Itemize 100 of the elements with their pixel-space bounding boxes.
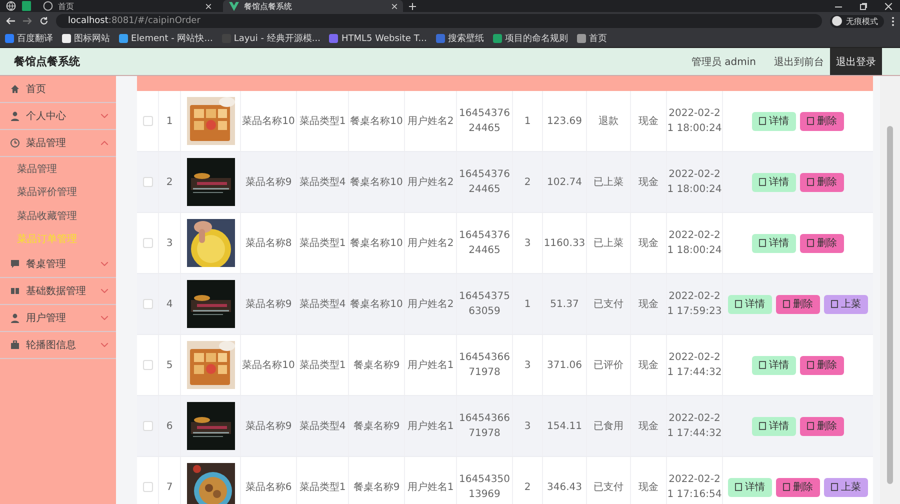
row-checkbox[interactable] <box>142 116 152 126</box>
table-cell-text: 现金 <box>638 480 658 494</box>
row-checkbox[interactable] <box>142 360 152 370</box>
table-cell-text: 菜品类型4 <box>299 298 346 312</box>
action-button[interactable]: 删除 <box>776 478 820 496</box>
close-icon[interactable] <box>885 2 892 10</box>
document-icon <box>807 361 814 369</box>
row-checkbox[interactable] <box>142 299 152 309</box>
bookmark-icon <box>329 34 338 43</box>
bookmark-icon <box>576 34 586 43</box>
reload-icon[interactable] <box>40 17 48 25</box>
document-icon <box>807 422 814 430</box>
sidebar-subitem[interactable]: 菜品管理 <box>0 157 116 180</box>
action-button[interactable]: 详情 <box>752 416 796 436</box>
action-button[interactable]: 删除 <box>800 112 844 130</box>
bookmark[interactable]: 项目的命名规则 <box>492 32 568 45</box>
action-button[interactable]: 详情 <box>752 112 796 130</box>
table-cell-text: 菜品类型1 <box>299 358 346 372</box>
action-button[interactable]: 详情 <box>752 356 796 374</box>
close-icon[interactable] <box>392 4 397 8</box>
table-cell-text: 菜品名称6 <box>245 480 292 494</box>
action-button[interactable]: 删除 <box>776 294 820 314</box>
sidebar-subitem[interactable]: 菜品评价管理 <box>0 180 116 204</box>
profile-button[interactable]: 无痕模式 <box>830 14 884 28</box>
table-cell-text: 餐桌名称10 <box>350 114 403 128</box>
action-button[interactable]: 详情 <box>728 478 772 496</box>
table-cell-text: 1645436671978 <box>458 412 511 441</box>
avatar-icon <box>832 16 842 26</box>
restore-icon[interactable] <box>860 2 867 10</box>
sidebar-item[interactable]: 餐桌管理 <box>0 251 116 278</box>
action-button[interactable]: 详情 <box>752 172 796 192</box>
person-icon <box>10 111 20 121</box>
table-cell-text: 退款 <box>598 114 618 128</box>
address-field[interactable]: localhost:8081/#/caipinOrder <box>56 14 822 28</box>
forward-icon[interactable] <box>23 17 32 25</box>
sidebar-item[interactable]: 首页 <box>0 76 116 103</box>
document-icon <box>807 178 814 186</box>
sidebar-item[interactable]: 基础数据管理 <box>0 278 116 305</box>
globe-icon[interactable] <box>6 1 16 11</box>
chevron-icon <box>101 343 108 347</box>
sidebar-subitem[interactable]: 菜品收藏管理 <box>0 204 116 228</box>
header-link[interactable]: 退出登录 <box>830 48 882 75</box>
table-cell-text: 3 <box>524 420 531 434</box>
table-cell-text: 用户姓名1 <box>407 358 454 372</box>
bookmark[interactable]: 首页 <box>576 32 607 45</box>
row-number: 7 <box>166 482 173 492</box>
table-cell-text: 1645437624465 <box>458 229 511 258</box>
bookmark-icon <box>62 34 71 43</box>
action-button[interactable]: 上菜 <box>824 478 868 496</box>
document-icon <box>807 239 814 247</box>
bookmark[interactable]: Element - 网站快... <box>119 32 213 45</box>
header-link[interactable]: 退出到前台 <box>768 48 830 75</box>
person-icon <box>10 313 20 323</box>
action-button[interactable]: 详情 <box>752 234 796 252</box>
row-number: 5 <box>166 360 173 370</box>
browser-tab[interactable]: 餐馆点餐系统 <box>223 0 403 12</box>
bookmark[interactable]: Layui - 经典开源模... <box>222 32 320 45</box>
action-button[interactable]: 上菜 <box>824 294 868 314</box>
bookmark[interactable]: 搜索壁纸 <box>436 32 484 45</box>
grid-icon <box>10 286 20 296</box>
sidebar-item[interactable]: 个人中心 <box>0 103 116 130</box>
action-button[interactable]: 删除 <box>800 172 844 192</box>
row-checkbox[interactable] <box>142 177 152 187</box>
document-icon <box>783 483 790 491</box>
sidebar-item[interactable]: 轮播图信息 <box>0 332 116 359</box>
bookmark[interactable]: 百度翻译 <box>5 32 53 45</box>
scrollbar[interactable] <box>880 76 900 504</box>
browser-tab[interactable]: 首页 <box>37 0 217 12</box>
row-checkbox[interactable] <box>142 238 152 248</box>
table-cell-text: 2022-02-21 17:44:32 <box>667 412 722 441</box>
table-cell-text: 51.37 <box>550 298 579 312</box>
table-cell-text: 已支付 <box>594 298 624 312</box>
table-cell-text: 菜品名称9 <box>245 420 292 434</box>
sidebar-item[interactable]: 用户管理 <box>0 305 116 332</box>
row-number: 1 <box>166 116 173 126</box>
table-cell-text: 2022-02-21 18:00:24 <box>667 107 722 136</box>
table-cell-text: 2022-02-21 18:00:24 <box>667 168 722 197</box>
row-checkbox[interactable] <box>142 421 152 431</box>
action-button[interactable]: 删除 <box>800 416 844 436</box>
back-icon[interactable] <box>6 17 15 25</box>
bookmark[interactable]: HTML5 Website T... <box>329 34 427 44</box>
table-cell-text: 菜品类型1 <box>299 480 346 494</box>
table-cell-text: 已食用 <box>594 420 624 434</box>
document-icon <box>831 300 838 308</box>
action-button[interactable]: 删除 <box>800 356 844 374</box>
sidebar-item[interactable]: 菜品管理 <box>0 130 116 157</box>
action-button[interactable]: 删除 <box>800 234 844 252</box>
document-icon <box>759 422 766 430</box>
bookmark[interactable]: 图标网站 <box>62 32 110 45</box>
table-cell-text: 餐桌名称10 <box>350 176 403 190</box>
table-cell-text: 现金 <box>638 298 658 312</box>
table-cell-text: 菜品名称10 <box>242 114 295 128</box>
table-cell-text: 3 <box>524 358 531 372</box>
action-button[interactable]: 详情 <box>728 294 772 314</box>
table-cell-text: 1 <box>524 114 531 128</box>
close-icon[interactable] <box>206 4 211 8</box>
table-cell-text: 餐桌名称10 <box>350 236 403 250</box>
plus-icon[interactable] <box>409 2 416 10</box>
table-cell-text: 2 <box>524 176 531 190</box>
row-checkbox[interactable] <box>142 482 152 492</box>
